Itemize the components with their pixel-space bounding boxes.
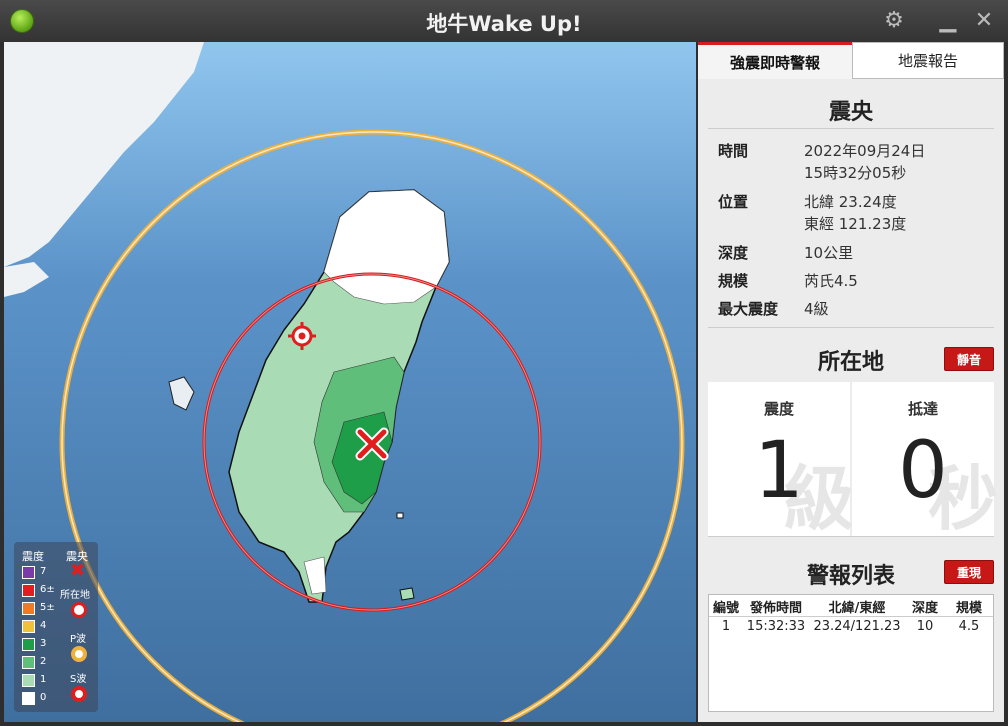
column-header-magnitude: 規模 [955,601,982,616]
legend-intensity-header: 震度 [22,550,44,563]
divider [708,536,994,537]
time-date: 2022年09月24日 [804,142,926,160]
column-header-id: 編號 [712,601,739,616]
replay-button[interactable]: 重現 [944,560,994,584]
column-header-time: 發佈時間 [749,601,802,616]
map-canvas [4,42,685,722]
latitude-value: 北緯 23.24度 [804,193,897,211]
row-magnitude: 4.5 [958,619,980,634]
legend-level-label: 1 [40,674,47,685]
minimize-icon[interactable]: ▁ [934,7,962,35]
legend-swatch [22,566,35,579]
legend-s-wave-icon [71,686,87,702]
location-label: 位置 [718,193,749,211]
legend-s-wave-label: S波 [70,674,87,685]
legend-level-label: 6± [40,584,55,595]
legend-p-wave-icon [71,646,87,662]
magnitude-value: 芮氏4.5 [804,272,858,290]
app-window: 地牛Wake Up! ⚙ ▁ ✕ 震度 震央 7 6± 5± 4 3 2 1 0… [0,0,1008,726]
arrival-box: 秒 抵達 0 [852,382,998,540]
legend-location-icon [71,602,87,618]
row-coords: 23.24/121.23 [813,619,901,634]
orchid-island [399,587,415,601]
legend-swatch [22,620,35,633]
intensity-value: 1 [754,426,804,516]
divider [708,327,994,328]
close-icon[interactable]: ✕ [970,7,998,35]
longitude-value: 東經 121.23度 [804,215,907,233]
legend-level-label: 0 [40,692,47,703]
intensity-0-region [323,189,450,305]
arrival-label: 抵達 [907,400,938,418]
legend-level-label: 4 [40,620,47,631]
coast-island [4,262,49,297]
legend-swatch [22,674,35,687]
row-id: 1 [721,619,731,634]
legend-location-label: 所在地 [60,590,90,601]
legend-level-label: 3 [40,638,47,649]
mute-button[interactable]: 靜音 [944,347,994,371]
legend-level-label: 2 [40,656,47,667]
info-panel: 強震即時警報 地震報告 震央 時間 2022年09月24日 15時32分05秒 … [698,42,1004,722]
legend-swatch [22,692,35,705]
mainland-coast [4,42,204,267]
legend-epicenter-icon: ✖ [70,560,86,581]
column-header-coords: 北緯/東經 [828,601,886,616]
intensity-box: 級 震度 1 [708,382,854,540]
column-header-depth: 深度 [911,601,938,616]
legend-swatch [22,602,35,615]
divider [708,128,994,129]
title-bar: 地牛Wake Up! ⚙ ▁ ✕ [0,0,1008,42]
map-legend: 震度 震央 7 6± 5± 4 3 2 1 0 ✖ 所在地 P波 S波 [14,542,98,712]
max-intensity-label: 最大震度 [718,300,779,318]
intensity-label: 震度 [763,400,794,418]
legend-p-wave-label: P波 [70,634,87,645]
magnitude-label: 規模 [718,272,749,290]
penghu-island [168,376,195,411]
row-time: 15:32:33 [746,619,806,634]
depth-label: 深度 [718,244,749,262]
max-intensity-value: 4級 [804,300,829,318]
row-depth: 10 [916,619,934,634]
window-title: 地牛Wake Up! [426,12,582,36]
map-view[interactable]: 震度 震央 7 6± 5± 4 3 2 1 0 ✖ 所在地 P波 S波 [4,42,696,722]
epicenter-heading: 震央 [828,100,873,125]
legend-level-label: 7 [40,566,47,577]
legend-swatch [22,584,35,597]
table-header-divider [709,616,993,617]
green-island [396,512,404,519]
legend-swatch [22,638,35,651]
time-label: 時間 [718,142,749,160]
depth-value: 10公里 [804,244,854,262]
time-clock: 15時32分05秒 [804,164,907,182]
alerts-table: 編號 發佈時間 北緯/東經 深度 規模 1 15:32:33 23.24/121… [708,594,994,712]
legend-level-label: 5± [40,602,55,613]
legend-swatch [22,656,35,669]
tab-realtime-alert[interactable]: 強震即時警報 [698,42,852,79]
gear-icon[interactable]: ⚙ [880,7,908,35]
tab-earthquake-report[interactable]: 地震報告 [852,42,1004,79]
arrival-value: 0 [898,426,948,516]
